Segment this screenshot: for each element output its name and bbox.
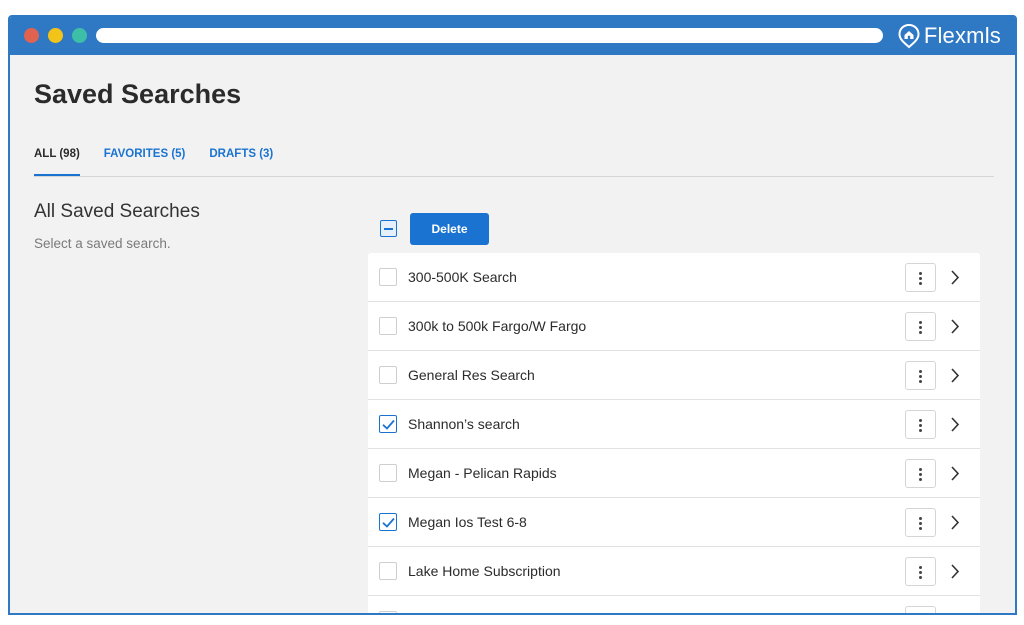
search-row[interactable]: Megan Ios Test 6-8 xyxy=(368,498,980,547)
tab-favorites[interactable]: FAVORITES (5) xyxy=(104,148,186,176)
search-row[interactable]: Lake Home Subscription xyxy=(368,547,980,596)
more-options-button[interactable] xyxy=(905,459,936,488)
search-name[interactable]: General Res Search xyxy=(408,367,535,383)
section-subtitle: Select a saved search. xyxy=(34,236,171,251)
checkmark-icon xyxy=(382,419,395,430)
more-options-button[interactable] xyxy=(905,606,936,613)
checkmark-icon xyxy=(382,517,395,528)
row-checkbox[interactable] xyxy=(379,464,397,482)
row-checkbox[interactable] xyxy=(379,513,397,531)
row-checkbox[interactable] xyxy=(379,415,397,433)
chevron-right-icon[interactable] xyxy=(948,318,962,335)
tabs-divider xyxy=(34,176,994,177)
search-row[interactable]: 300-500K Search xyxy=(368,253,980,302)
chevron-right-icon[interactable] xyxy=(948,465,962,482)
minus-icon xyxy=(384,227,393,230)
tab-bar: ALL (98) FAVORITES (5) DRAFTS (3) xyxy=(34,148,297,176)
brand: Flexmls xyxy=(897,22,1001,50)
search-name[interactable]: Megan - Pelican Rapids xyxy=(408,465,557,481)
flexmls-logo-icon xyxy=(898,23,920,49)
search-name[interactable]: Megan Ios Test 6-8 xyxy=(408,514,527,530)
search-row[interactable]: Megan - Pelican Rapids xyxy=(368,449,980,498)
window-close-dot[interactable] xyxy=(24,28,39,43)
more-options-button[interactable] xyxy=(905,312,936,341)
chevron-right-icon[interactable] xyxy=(948,612,962,615)
deselect-all-checkbox[interactable] xyxy=(380,220,397,237)
chevron-right-icon[interactable] xyxy=(948,563,962,580)
saved-search-list: 300-500K Search 300k to 500k Fargo/W Farg… xyxy=(368,253,980,615)
more-options-button[interactable] xyxy=(905,410,936,439)
delete-button[interactable]: Delete xyxy=(410,213,489,245)
tab-all[interactable]: ALL (98) xyxy=(34,148,80,176)
chevron-right-icon[interactable] xyxy=(948,367,962,384)
search-row[interactable]: 300k to 500k Fargo/W Fargo xyxy=(368,302,980,351)
more-options-button[interactable] xyxy=(905,557,936,586)
row-checkbox[interactable] xyxy=(379,366,397,384)
address-bar[interactable] xyxy=(96,28,883,43)
brand-name: Flexmls xyxy=(923,23,1001,48)
chevron-right-icon[interactable] xyxy=(948,514,962,531)
search-row[interactable]: Shannon’s search xyxy=(368,400,980,449)
row-checkbox[interactable] xyxy=(379,562,397,580)
search-name[interactable]: 300-500K Search xyxy=(408,269,517,285)
more-options-button[interactable] xyxy=(905,263,936,292)
search-row[interactable] xyxy=(368,596,980,615)
search-name[interactable]: Lake Home Subscription xyxy=(408,563,561,579)
more-options-button[interactable] xyxy=(905,361,936,390)
page-title: Saved Searches xyxy=(34,79,242,109)
search-row[interactable]: General Res Search xyxy=(368,351,980,400)
section-title: All Saved Searches xyxy=(34,201,200,222)
chevron-right-icon[interactable] xyxy=(948,269,962,286)
chevron-right-icon[interactable] xyxy=(948,416,962,433)
more-options-button[interactable] xyxy=(905,508,936,537)
row-checkbox[interactable] xyxy=(379,611,397,613)
browser-window: Flexmls Saved Searches ALL (98) FAVORITE… xyxy=(8,15,1017,615)
browser-titlebar: Flexmls xyxy=(10,17,1015,55)
window-maximize-dot[interactable] xyxy=(72,28,87,43)
row-checkbox[interactable] xyxy=(379,317,397,335)
window-minimize-dot[interactable] xyxy=(48,28,63,43)
row-checkbox[interactable] xyxy=(379,268,397,286)
tab-drafts[interactable]: DRAFTS (3) xyxy=(209,148,273,176)
search-name[interactable]: Shannon’s search xyxy=(408,416,520,432)
search-name[interactable]: 300k to 500k Fargo/W Fargo xyxy=(408,318,586,334)
